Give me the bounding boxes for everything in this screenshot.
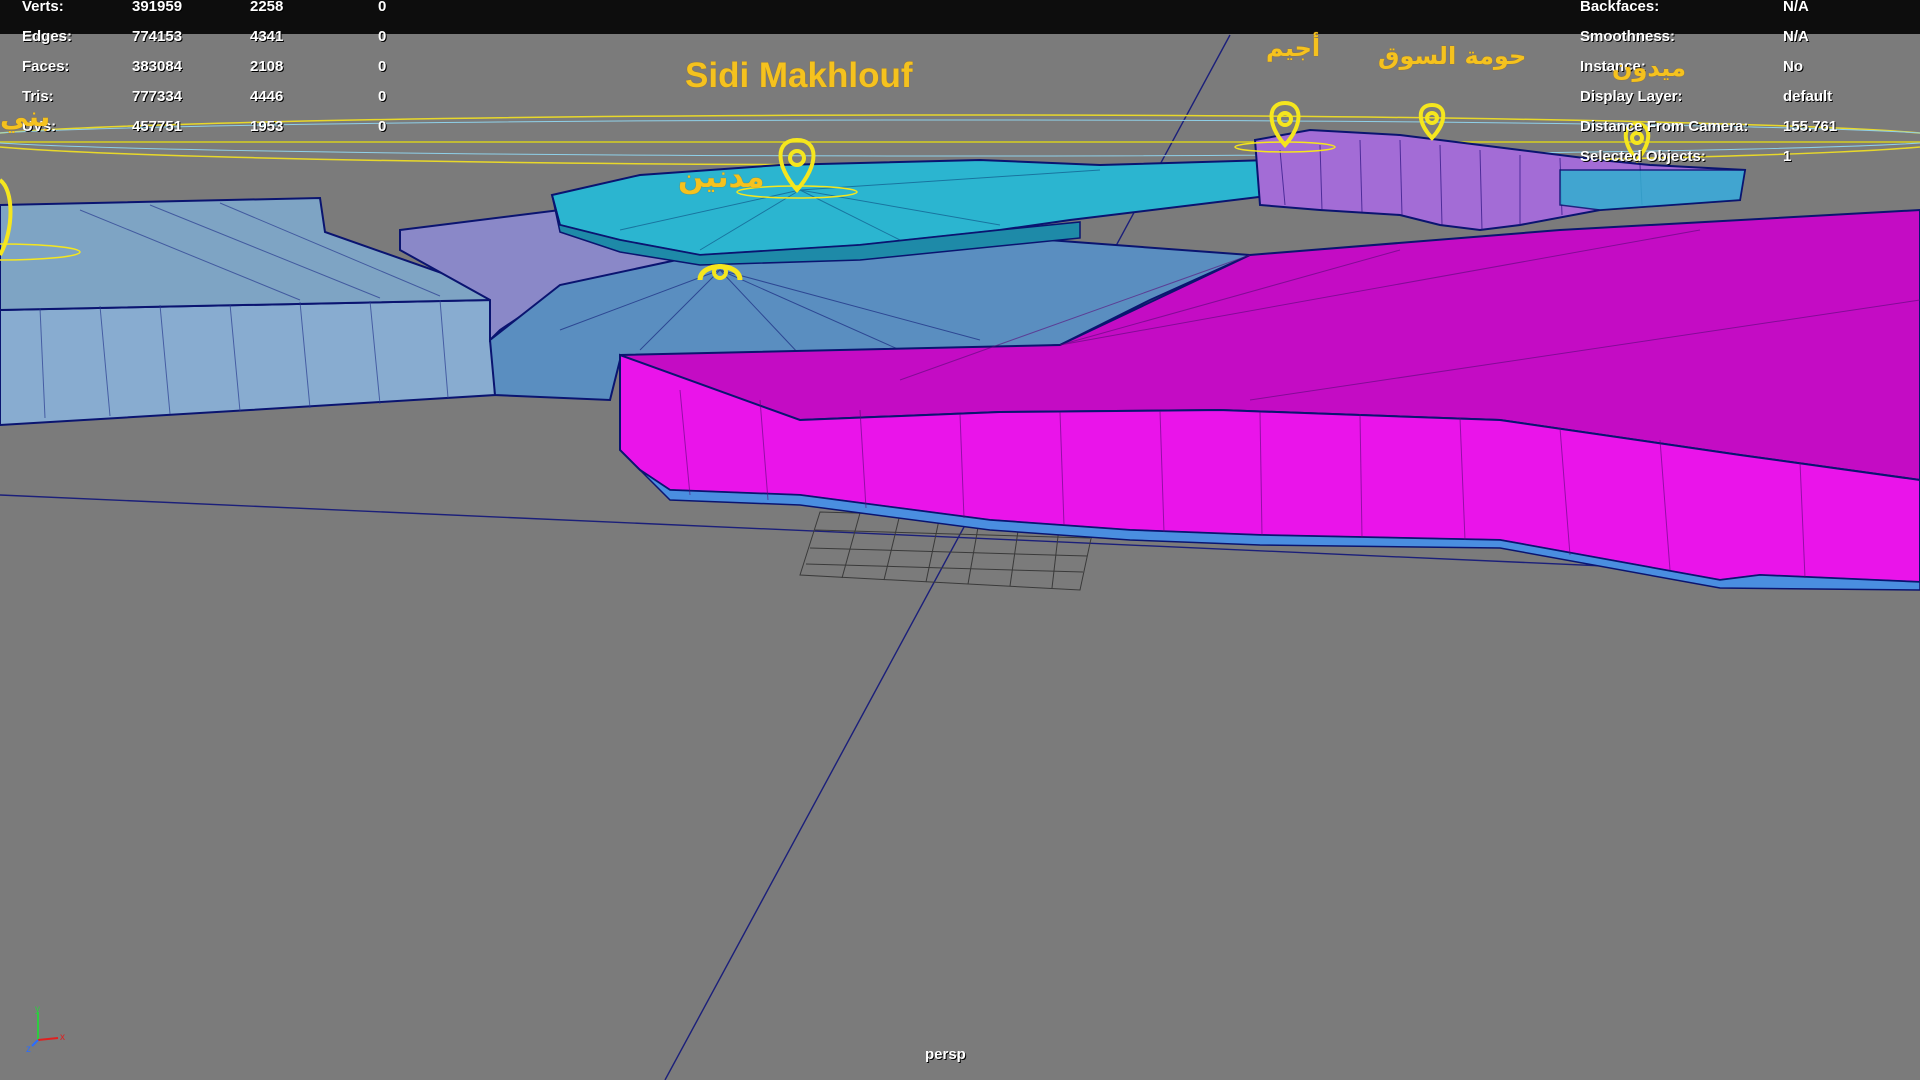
hud-row-uvs: UVs: 457751 1953 0: [0, 112, 420, 142]
hud-component: 0: [378, 88, 387, 105]
camera-name-label: persp: [925, 1046, 966, 1063]
object-details-hud: Backfaces: N/A Smoothness: N/A Instance:…: [1570, 0, 1920, 172]
hud-value: No: [1783, 58, 1803, 75]
label-sidi-makhlouf: Sidi Makhlouf: [685, 56, 913, 95]
poly-count-hud: Verts: 391959 2258 0 Edges: 774153 4341 …: [0, 0, 420, 142]
hud-component: 0: [378, 28, 387, 45]
axis-gizmo-icon: y x z: [26, 1004, 65, 1052]
hud-total: 457751: [132, 118, 183, 135]
hud-row-smoothness: Smoothness: N/A: [1570, 22, 1920, 52]
label-medenine: مدنين: [678, 160, 765, 195]
hud-row-backfaces: Backfaces: N/A: [1570, 0, 1920, 22]
hud-value: 1: [1783, 148, 1792, 165]
label-ajim: أجيم: [1266, 34, 1321, 62]
hud-row-display-layer: Display Layer: default: [1570, 82, 1920, 112]
hud-value: default: [1783, 88, 1833, 105]
hud-row-edges: Edges: 774153 4341 0: [0, 22, 420, 52]
hud-row-faces: Faces: 383084 2108 0: [0, 52, 420, 82]
hud-label: Distance From Camera:: [1580, 118, 1749, 135]
hud-component: 0: [378, 58, 387, 75]
label-midoun: ميدون: [1612, 54, 1686, 82]
hud-value: N/A: [1783, 0, 1809, 15]
hud-component: 0: [378, 118, 387, 135]
label-houmt-souk: حومة السوق: [1378, 42, 1527, 70]
axis-x-label: x: [60, 1032, 65, 1043]
axis-y-label: y: [35, 1004, 40, 1015]
hud-selected: 2258: [250, 0, 284, 15]
hud-label: Faces:: [22, 58, 70, 75]
hud-row-tris: Tris: 777334 4446 0: [0, 82, 420, 112]
hud-selected: 4341: [250, 28, 284, 45]
hud-value: 155.761: [1783, 118, 1838, 135]
hud-value: N/A: [1783, 28, 1809, 45]
hud-label: Backfaces:: [1580, 0, 1660, 15]
maya-perspective-viewport[interactable]: Verts: 391959 2258 0 Edges: 774153 4341 …: [0, 0, 1920, 1080]
hud-total: 391959: [132, 0, 183, 15]
hud-row-verts: Verts: 391959 2258 0: [0, 0, 420, 22]
hud-label: Verts:: [22, 0, 64, 15]
label-left-partial: بني: [0, 100, 51, 133]
hud-total: 774153: [132, 28, 183, 45]
hud-total: 383084: [132, 58, 183, 75]
hud-total: 777334: [132, 88, 183, 105]
hud-selected: 1953: [250, 118, 284, 135]
hud-label: Display Layer:: [1580, 88, 1683, 105]
hud-row-selected-objects: Selected Objects: 1: [1570, 142, 1920, 172]
axis-z-label: z: [26, 1044, 31, 1052]
hud-label: Selected Objects:: [1580, 148, 1706, 165]
hud-label: Edges:: [22, 28, 73, 45]
hud-label: Smoothness:: [1580, 28, 1676, 45]
hud-selected: 2108: [250, 58, 284, 75]
hud-component: 0: [378, 0, 387, 15]
hud-row-distance: Distance From Camera: 155.761: [1570, 112, 1920, 142]
hud-selected: 4446: [250, 88, 284, 105]
